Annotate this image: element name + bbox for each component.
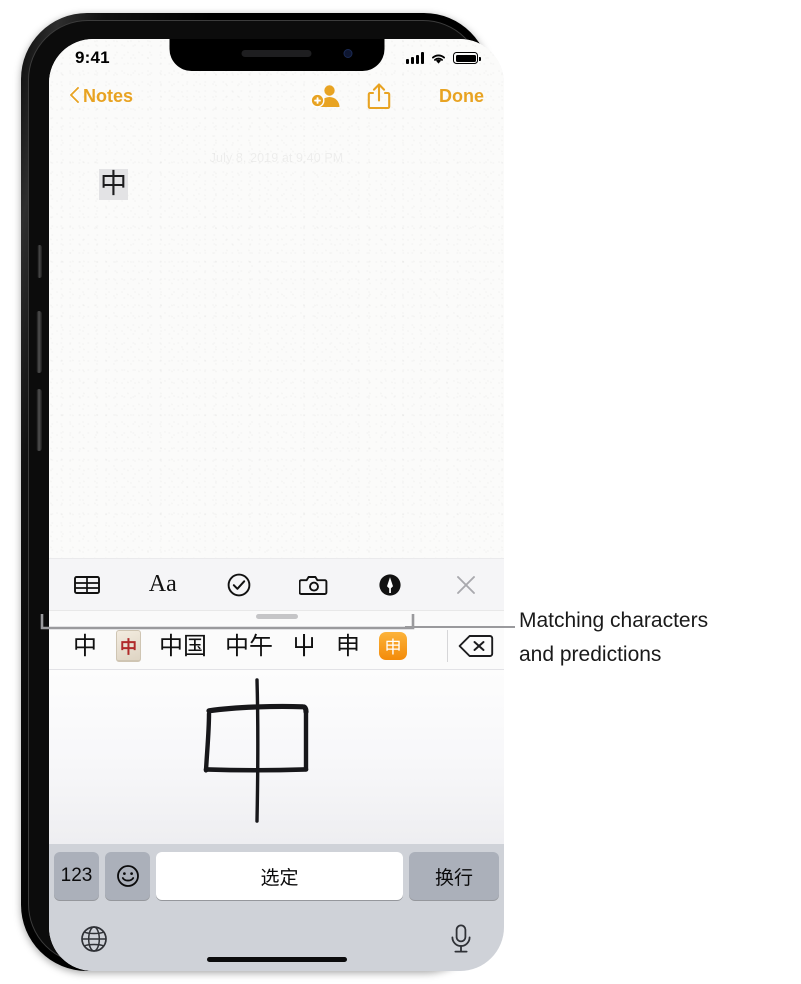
- camera-button[interactable]: [276, 573, 352, 597]
- note-inserted-character: 中: [99, 169, 128, 201]
- callout-line-1: Matching characters: [519, 609, 709, 632]
- volume-down-button[interactable]: [36, 389, 42, 451]
- callout-leader-line: [405, 626, 515, 628]
- microphone-icon[interactable]: [448, 923, 474, 955]
- candidate-item[interactable]: 中: [63, 634, 107, 658]
- camera-icon: [299, 575, 328, 595]
- candidate-bar-bracket: [40, 614, 415, 630]
- delete-key[interactable]: [448, 633, 504, 659]
- cellular-signal-icon: [406, 52, 424, 64]
- markup-icon: [379, 573, 401, 596]
- earpiece-speaker: [241, 50, 312, 57]
- note-navigation-bar: Notes Done: [49, 73, 504, 119]
- table-icon: [73, 575, 100, 594]
- candidate-item[interactable]: 中午: [216, 634, 282, 658]
- silence-switch[interactable]: [37, 245, 42, 278]
- close-icon: [457, 575, 475, 594]
- status-bar-time: 9:41: [75, 48, 110, 67]
- note-text-body[interactable]: 中: [99, 169, 128, 201]
- return-key[interactable]: 换行: [409, 852, 499, 900]
- device-screen: 9:41 Notes Done July 8, 2019 at 9:40 PM …: [49, 39, 504, 971]
- status-bar-indicators: [406, 52, 481, 65]
- note-toolbar: Aa: [49, 558, 504, 610]
- numeric-key[interactable]: 123: [54, 852, 99, 900]
- chevron-left-icon: [69, 87, 80, 105]
- checklist-button[interactable]: [201, 572, 277, 598]
- emoji-key[interactable]: [105, 852, 150, 900]
- back-button-label: Notes: [83, 85, 134, 106]
- keyboard-bottom-row: 123 选定 换行: [49, 850, 504, 902]
- table-button[interactable]: [49, 573, 125, 597]
- done-button[interactable]: Done: [439, 86, 484, 107]
- globe-icon[interactable]: [79, 924, 109, 954]
- keyboard: 123 选定 换行: [49, 844, 504, 971]
- close-keyboard-button[interactable]: [428, 574, 504, 596]
- smiley-icon: [116, 865, 139, 887]
- navbar-actions: Done: [309, 82, 484, 110]
- format-icon: Aa: [148, 571, 177, 597]
- checklist-icon: [227, 573, 250, 596]
- callout-text: Matching characters and predictions: [519, 604, 794, 671]
- screenshot-stage: 9:41 Notes Done July 8, 2019 at 9:40 PM …: [0, 0, 801, 984]
- device-notch: [169, 39, 384, 71]
- wifi-icon: [432, 54, 445, 64]
- candidate-item[interactable]: 中国: [150, 634, 216, 658]
- note-content-area[interactable]: 9:41 Notes Done July 8, 2019 at 9:40 PM …: [49, 39, 504, 558]
- battery-icon: [453, 52, 481, 64]
- front-camera-icon: [343, 49, 352, 58]
- volume-up-button[interactable]: [36, 311, 42, 373]
- candidate-item[interactable]: 申: [326, 634, 370, 658]
- delete-backward-icon: [458, 634, 494, 657]
- space-confirm-key[interactable]: 选定: [156, 852, 403, 900]
- note-date-label: July 8, 2019 at 9:40 PM: [209, 151, 344, 165]
- iphone-device-frame: 9:41 Notes Done July 8, 2019 at 9:40 PM …: [21, 13, 504, 971]
- candidate-item[interactable]: 屮: [282, 634, 326, 658]
- handwritten-character-stroke: [203, 678, 309, 823]
- back-to-notes-button[interactable]: Notes: [69, 86, 133, 107]
- home-indicator[interactable]: [206, 957, 347, 962]
- handwriting-input-pad[interactable]: [49, 669, 504, 844]
- add-person-icon[interactable]: [309, 83, 341, 109]
- markup-button[interactable]: [352, 572, 428, 598]
- format-button[interactable]: Aa: [125, 571, 201, 598]
- callout-line-2: and predictions: [519, 642, 662, 666]
- share-icon[interactable]: [367, 82, 391, 110]
